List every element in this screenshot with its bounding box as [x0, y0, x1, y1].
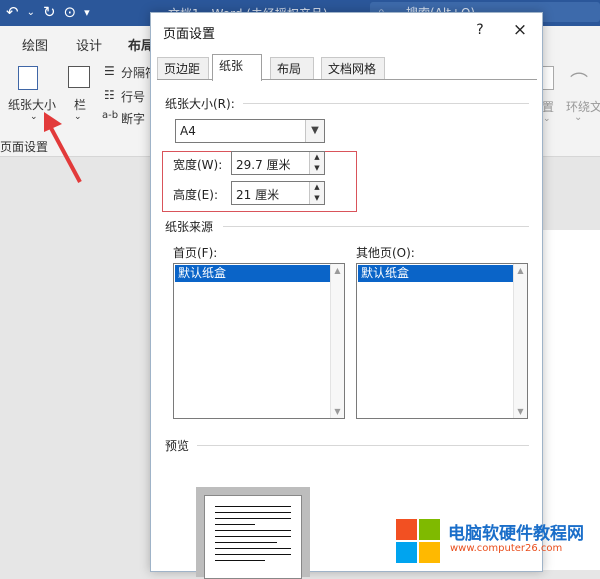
other-pages-label: 其他页(O):	[356, 246, 415, 260]
tab-layout[interactable]: 布局	[270, 57, 314, 79]
preview-text-line	[215, 518, 291, 519]
logo-tile	[396, 519, 417, 540]
dialog-title: 页面设置	[163, 27, 216, 42]
hyphenation-icon: a-b	[102, 110, 119, 121]
dropdown-icon[interactable]: ⌄	[27, 7, 35, 21]
wrap-text-button[interactable]: 环绕文字	[566, 98, 600, 115]
preview-thumbnail	[196, 487, 310, 579]
preview-text-line	[215, 512, 291, 513]
ribbon-tab-draw[interactable]: 绘图	[22, 35, 48, 54]
other-pages-listbox[interactable]: 默认纸盒 ▲ ▼	[356, 263, 528, 419]
columns-icon[interactable]	[68, 66, 90, 88]
preview-text-line	[215, 554, 291, 555]
watermark-url: www.computer26.com	[450, 543, 563, 554]
line-numbers-button[interactable]: 行号	[121, 88, 145, 105]
separator	[223, 226, 529, 227]
position-chevron-icon[interactable]: ⌄	[543, 114, 551, 124]
width-spinner[interactable]: 29.7 厘米 ▲ ▼	[231, 151, 325, 175]
customize-qat-icon[interactable]: ▾	[84, 6, 90, 21]
page-setup-dialog: 页面设置 ? × 页边距 纸张 布局 文档网格 纸张大小(R): A4 ▼ 宽度…	[150, 12, 543, 579]
paper-size-select[interactable]: A4 ▼	[175, 119, 325, 143]
paper-size-chevron-icon[interactable]: ⌄	[30, 112, 38, 122]
position-button[interactable]: 置	[542, 98, 554, 115]
logo-tile	[419, 542, 440, 563]
undo-icon[interactable]: ↶	[6, 3, 19, 21]
height-spinner[interactable]: 21 厘米 ▲ ▼	[231, 181, 325, 205]
separator	[243, 103, 529, 104]
paper-source-label: 纸张来源	[165, 220, 214, 234]
height-value: 21 厘米	[236, 188, 280, 202]
first-page-label: 首页(F):	[173, 246, 218, 260]
wrap-text-chevron-icon[interactable]: ⌄	[574, 112, 582, 123]
tab-document-grid[interactable]: 文档网格	[321, 57, 385, 79]
width-label: 宽度(W):	[173, 158, 223, 172]
paper-size-icon[interactable]	[18, 66, 38, 90]
width-value: 29.7 厘米	[236, 158, 291, 172]
redo-icon[interactable]: ↻	[43, 3, 56, 21]
hyphenation-button[interactable]: 断字	[121, 110, 145, 127]
logo-tile	[396, 542, 417, 563]
tab-margins[interactable]: 页边距	[157, 57, 209, 79]
preview-text-line	[215, 524, 255, 525]
chevron-down-icon[interactable]: ▼	[305, 120, 324, 142]
separator	[197, 445, 529, 446]
preview-page	[204, 495, 302, 579]
scroll-up-icon[interactable]: ▲	[331, 266, 344, 275]
scroll-down-icon[interactable]: ▼	[331, 407, 344, 416]
spin-down-icon[interactable]: ▼	[309, 163, 324, 174]
autosave-icon[interactable]: ⊙	[64, 3, 77, 21]
preview-text-line	[215, 548, 291, 549]
windows-logo-icon	[396, 519, 442, 565]
scroll-down-icon[interactable]: ▼	[514, 407, 527, 416]
preview-text-line	[215, 536, 291, 537]
paper-size-label: 纸张大小(R):	[165, 97, 235, 111]
wrap-text-icon: ⌒	[570, 72, 588, 93]
dialog-tabs: 页边距 纸张 布局 文档网格	[157, 54, 537, 81]
site-watermark: 电脑软硬件教程网 www.computer26.com	[396, 517, 600, 570]
height-label: 高度(E):	[173, 188, 218, 202]
ribbon-tab-design[interactable]: 设计	[76, 35, 102, 54]
first-page-listbox[interactable]: 默认纸盒 ▲ ▼	[173, 263, 345, 419]
quick-access-toolbar: ↶ ⌄ ↻ ⊙ ▾	[6, 3, 90, 21]
paper-size-value: A4	[180, 124, 196, 138]
preview-text-line	[215, 530, 291, 531]
preview-text-line	[215, 506, 291, 507]
breaks-icon: ☰	[104, 64, 115, 78]
watermark-title: 电脑软硬件教程网	[448, 524, 584, 544]
tab-paper[interactable]: 纸张	[212, 54, 262, 81]
scroll-up-icon[interactable]: ▲	[514, 266, 527, 275]
help-button[interactable]: ?	[467, 17, 493, 43]
annotation-arrow-icon	[44, 112, 82, 183]
preview-label: 预览	[165, 439, 190, 453]
spin-down-icon[interactable]: ▼	[309, 193, 324, 204]
preview-text-line	[215, 542, 277, 543]
preview-text-line	[215, 560, 265, 561]
close-button[interactable]: ×	[507, 17, 533, 43]
list-item[interactable]: 默认纸盒	[175, 265, 330, 282]
line-numbers-icon: ☷	[104, 88, 115, 102]
scrollbar[interactable]: ▲ ▼	[330, 264, 344, 418]
logo-tile	[419, 519, 440, 540]
scrollbar[interactable]: ▲ ▼	[513, 264, 527, 418]
list-item[interactable]: 默认纸盒	[358, 265, 513, 282]
